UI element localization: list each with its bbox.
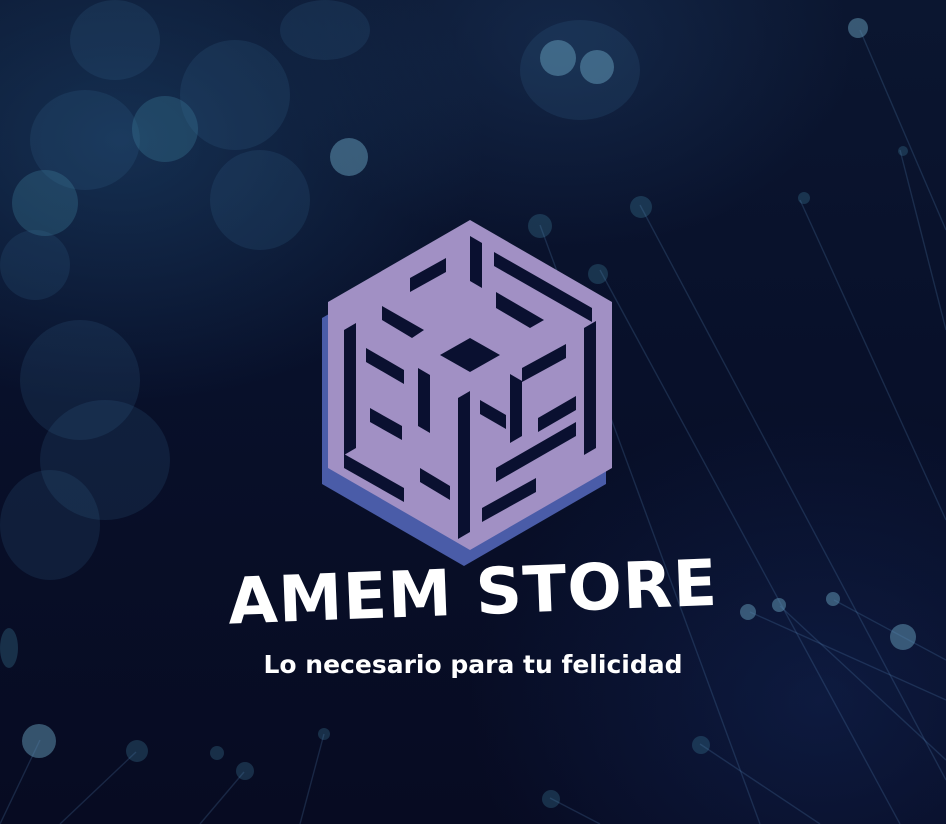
banner: AMEM STORE Lo necesario para tu felicida… xyxy=(0,0,946,824)
brand-tagline: Lo necesario para tu felicidad xyxy=(263,650,683,679)
hexagon-cube-maze-logo-icon xyxy=(322,220,612,566)
